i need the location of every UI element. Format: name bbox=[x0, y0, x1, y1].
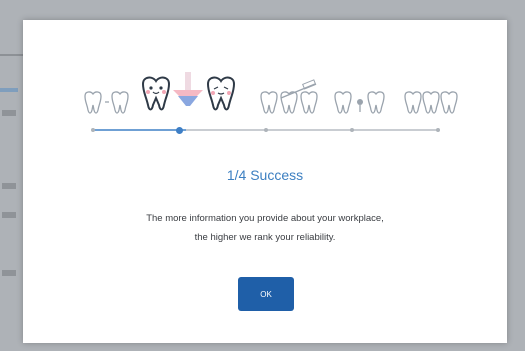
message-line: the higher we rank your reliability. bbox=[194, 232, 336, 243]
tooth-icon bbox=[422, 91, 440, 114]
funnel-icon bbox=[173, 72, 203, 106]
progress-step bbox=[263, 128, 268, 132]
background-divider bbox=[0, 54, 24, 56]
info-message: The more information you provide about y… bbox=[23, 209, 507, 247]
background-text bbox=[2, 270, 16, 276]
background-text bbox=[2, 183, 16, 189]
tooth-icon bbox=[367, 91, 385, 114]
tooth-icon bbox=[84, 91, 102, 114]
progress-step-active bbox=[175, 126, 183, 134]
teeth-illustration bbox=[84, 72, 458, 114]
tooth-icon bbox=[111, 91, 129, 114]
tooth-icon bbox=[300, 91, 318, 114]
background-text bbox=[2, 110, 16, 116]
progress-track bbox=[91, 126, 440, 134]
progress-fill bbox=[93, 129, 187, 131]
progress-step bbox=[91, 128, 95, 132]
progress-step bbox=[436, 128, 440, 132]
tooth-icon bbox=[207, 76, 235, 111]
tooth-icon bbox=[260, 91, 278, 114]
background-text bbox=[2, 212, 16, 218]
tooth-icon bbox=[334, 91, 352, 114]
tooth-icon bbox=[142, 76, 170, 111]
background-accent bbox=[0, 88, 18, 92]
tooth-icon bbox=[440, 91, 458, 114]
progress-step bbox=[349, 128, 354, 132]
message-line: The more information you provide about y… bbox=[146, 213, 384, 224]
success-title: 1/4 Success bbox=[226, 167, 304, 183]
implant-icon bbox=[357, 99, 363, 112]
success-modal: 1/4 Success The more information you pro… bbox=[23, 20, 507, 343]
tooth-icon bbox=[404, 91, 422, 114]
ok-button[interactable]: OK bbox=[238, 277, 294, 311]
